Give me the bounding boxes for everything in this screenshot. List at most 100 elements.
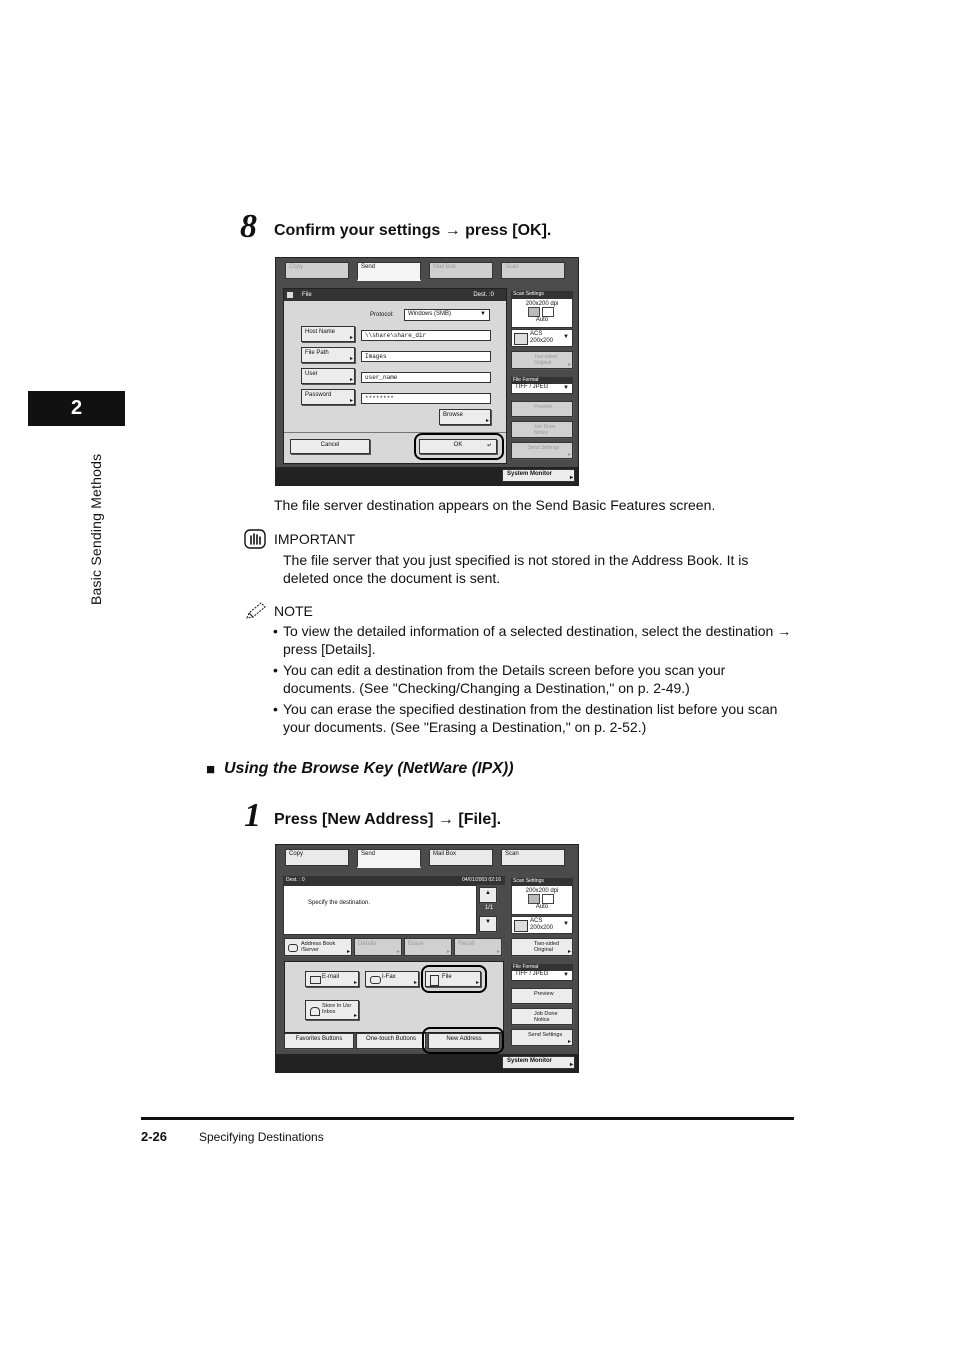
password-field[interactable]: ******** bbox=[361, 393, 491, 404]
scan-settings-header: Scan Settings bbox=[511, 878, 573, 885]
host-name-field[interactable]: \\share\share_dir bbox=[361, 330, 491, 341]
file-format-select[interactable]: TIFF / JPEG ▼ bbox=[511, 383, 573, 394]
two-sided-button[interactable]: Two-sided Original bbox=[511, 938, 573, 956]
preview-button[interactable]: Preview bbox=[511, 988, 573, 1004]
send-settings-button[interactable]: Send Settings bbox=[511, 442, 573, 459]
store-inbox-label: Store In Usr Inbox bbox=[322, 1003, 352, 1015]
ok-button[interactable]: OK ↵ bbox=[419, 439, 497, 454]
size-top: ACS bbox=[530, 918, 543, 924]
tab-copy[interactable]: Copy bbox=[285, 262, 349, 279]
size-select[interactable]: ACS 200x200 ▼ bbox=[511, 916, 573, 934]
send-settings-button[interactable]: Send Settings bbox=[511, 1029, 573, 1046]
ifax-label: I-Fax bbox=[382, 974, 396, 980]
tab-mail-box[interactable]: Mail Box bbox=[429, 849, 493, 866]
favorites-buttons-tab[interactable]: Favorites Buttons bbox=[284, 1033, 354, 1049]
job-done-notice-button[interactable]: Job Done Notice bbox=[511, 421, 573, 438]
right-panel: Scan Settings 200x200 dpi Auto ACS 200x2… bbox=[511, 291, 573, 463]
inbox-icon bbox=[310, 1007, 320, 1016]
file-path-field[interactable]: Images bbox=[361, 351, 491, 362]
scroll-down-button[interactable]: ▼ bbox=[479, 916, 497, 932]
tab-mail-box[interactable]: Mail Box bbox=[429, 262, 493, 279]
step-number-1: 1 bbox=[244, 797, 261, 834]
note-list: To view the detailed information of a se… bbox=[273, 622, 798, 739]
section-title: Using the Browse Key (NetWare (IPX)) bbox=[224, 760, 514, 777]
job-done-notice-button[interactable]: Job Done Notice bbox=[511, 1008, 573, 1025]
scroll-up-button[interactable]: ▲ bbox=[479, 887, 497, 903]
chevron-down-icon: ▼ bbox=[480, 311, 486, 317]
footer-title: Specifying Destinations bbox=[199, 1130, 324, 1144]
file-path-button[interactable]: File Path bbox=[301, 347, 355, 363]
address-book-button[interactable]: Address Book /Server bbox=[284, 938, 352, 956]
tab-scan[interactable]: Scan bbox=[501, 262, 565, 279]
scanner-icon bbox=[514, 333, 528, 345]
scan-settings-box[interactable]: 200x200 dpi Auto bbox=[511, 298, 573, 328]
ifax-button[interactable]: I-Fax bbox=[365, 971, 419, 987]
dest-bar: Dest. : 0 04/01/2003 02:16 bbox=[283, 876, 505, 885]
important-text: The file server that you just specified … bbox=[283, 552, 749, 586]
envelope-icon bbox=[310, 976, 321, 984]
screenshot-file-settings: Copy Send Mail Box Scan File Dest. :0 Pr… bbox=[275, 257, 579, 486]
preview-button[interactable]: Preview bbox=[511, 401, 573, 417]
two-sided-button[interactable]: Two-sided Original bbox=[511, 351, 573, 369]
tab-scan[interactable]: Scan bbox=[501, 849, 565, 866]
cancel-button[interactable]: Cancel bbox=[290, 439, 370, 454]
step-number-8: 8 bbox=[240, 208, 257, 245]
note-item: You can edit a destination from the Deta… bbox=[273, 661, 798, 697]
tab-copy[interactable]: Copy bbox=[285, 849, 349, 866]
destination-message: Specify the destination. bbox=[308, 900, 371, 906]
file-label: File bbox=[442, 974, 452, 980]
hand-stop-icon bbox=[244, 529, 266, 549]
details-button[interactable]: Details bbox=[354, 938, 402, 956]
file-button[interactable]: File bbox=[425, 971, 481, 987]
erase-button[interactable]: Erase bbox=[404, 938, 452, 956]
panel-title: File bbox=[302, 292, 312, 298]
destination-list[interactable]: Specify the destination. bbox=[283, 885, 477, 935]
file-icon bbox=[430, 975, 439, 986]
protocol-select[interactable]: Windows (SMB) ▼ bbox=[404, 309, 490, 321]
size-top: ACS bbox=[530, 331, 543, 337]
scan-settings-box[interactable]: 200x200 dpi Auto bbox=[511, 885, 573, 915]
system-monitor-button[interactable]: System Monitor bbox=[502, 469, 575, 482]
dest-count: Dest. : 0 bbox=[286, 877, 305, 883]
mode: Auto bbox=[535, 317, 549, 323]
arrow-up-icon: ▲ bbox=[485, 890, 491, 896]
browse-button[interactable]: Browse bbox=[439, 409, 491, 425]
file-format: TIFF / JPEG bbox=[515, 384, 549, 390]
step-1-heading: Press [New Address] → [File]. bbox=[274, 811, 502, 828]
note-item: To view the detailed information of a se… bbox=[273, 622, 798, 658]
step-8-result-text: The file server destination appears on t… bbox=[274, 497, 716, 513]
right-panel: Scan Settings 200x200 dpi Auto ACS 200x2… bbox=[511, 878, 573, 1050]
recall-button[interactable]: Recall bbox=[454, 938, 502, 956]
enter-icon: ↵ bbox=[486, 443, 492, 449]
size-bottom: 200x200 bbox=[530, 338, 554, 344]
chevron-down-icon: ▼ bbox=[563, 972, 569, 978]
user-field[interactable]: user_name bbox=[361, 372, 491, 383]
file-format-select[interactable]: TIFF / JPEG ▼ bbox=[511, 970, 573, 981]
chevron-down-icon: ▼ bbox=[563, 334, 569, 340]
chapter-tab: 2 bbox=[28, 391, 125, 426]
password-button[interactable]: Password bbox=[301, 389, 355, 405]
note-item: You can erase the specified destination … bbox=[273, 700, 798, 736]
mode-icon bbox=[512, 307, 572, 317]
arrow-down-icon: ▼ bbox=[485, 919, 491, 925]
mode-icon bbox=[512, 894, 572, 904]
protocol-value: Windows (SMB) bbox=[408, 311, 452, 317]
user-button[interactable]: User bbox=[301, 368, 355, 384]
chevron-down-icon: ▼ bbox=[563, 385, 569, 391]
scanner-icon bbox=[514, 920, 528, 932]
store-in-user-inbox-button[interactable]: Store In Usr Inbox bbox=[305, 1000, 359, 1020]
system-monitor-button[interactable]: System Monitor bbox=[502, 1056, 575, 1069]
one-touch-buttons-tab[interactable]: One-touch Buttons bbox=[356, 1033, 426, 1049]
chapter-title: Basic Sending Methods bbox=[88, 453, 104, 605]
section-marker: ■ bbox=[206, 761, 216, 778]
tab-send[interactable]: Send bbox=[357, 849, 421, 868]
new-address-button[interactable]: New Address bbox=[428, 1033, 500, 1049]
fax-icon bbox=[370, 976, 381, 984]
email-button[interactable]: E-mail bbox=[305, 971, 359, 987]
email-label: E-mail bbox=[322, 974, 340, 980]
ok-label: OK bbox=[453, 442, 463, 448]
tab-send[interactable]: Send bbox=[357, 262, 421, 281]
size-select[interactable]: ACS 200x200 ▼ bbox=[511, 329, 573, 347]
address-book-label: Address Book /Server bbox=[301, 941, 336, 953]
host-name-button[interactable]: Host Name bbox=[301, 326, 355, 342]
